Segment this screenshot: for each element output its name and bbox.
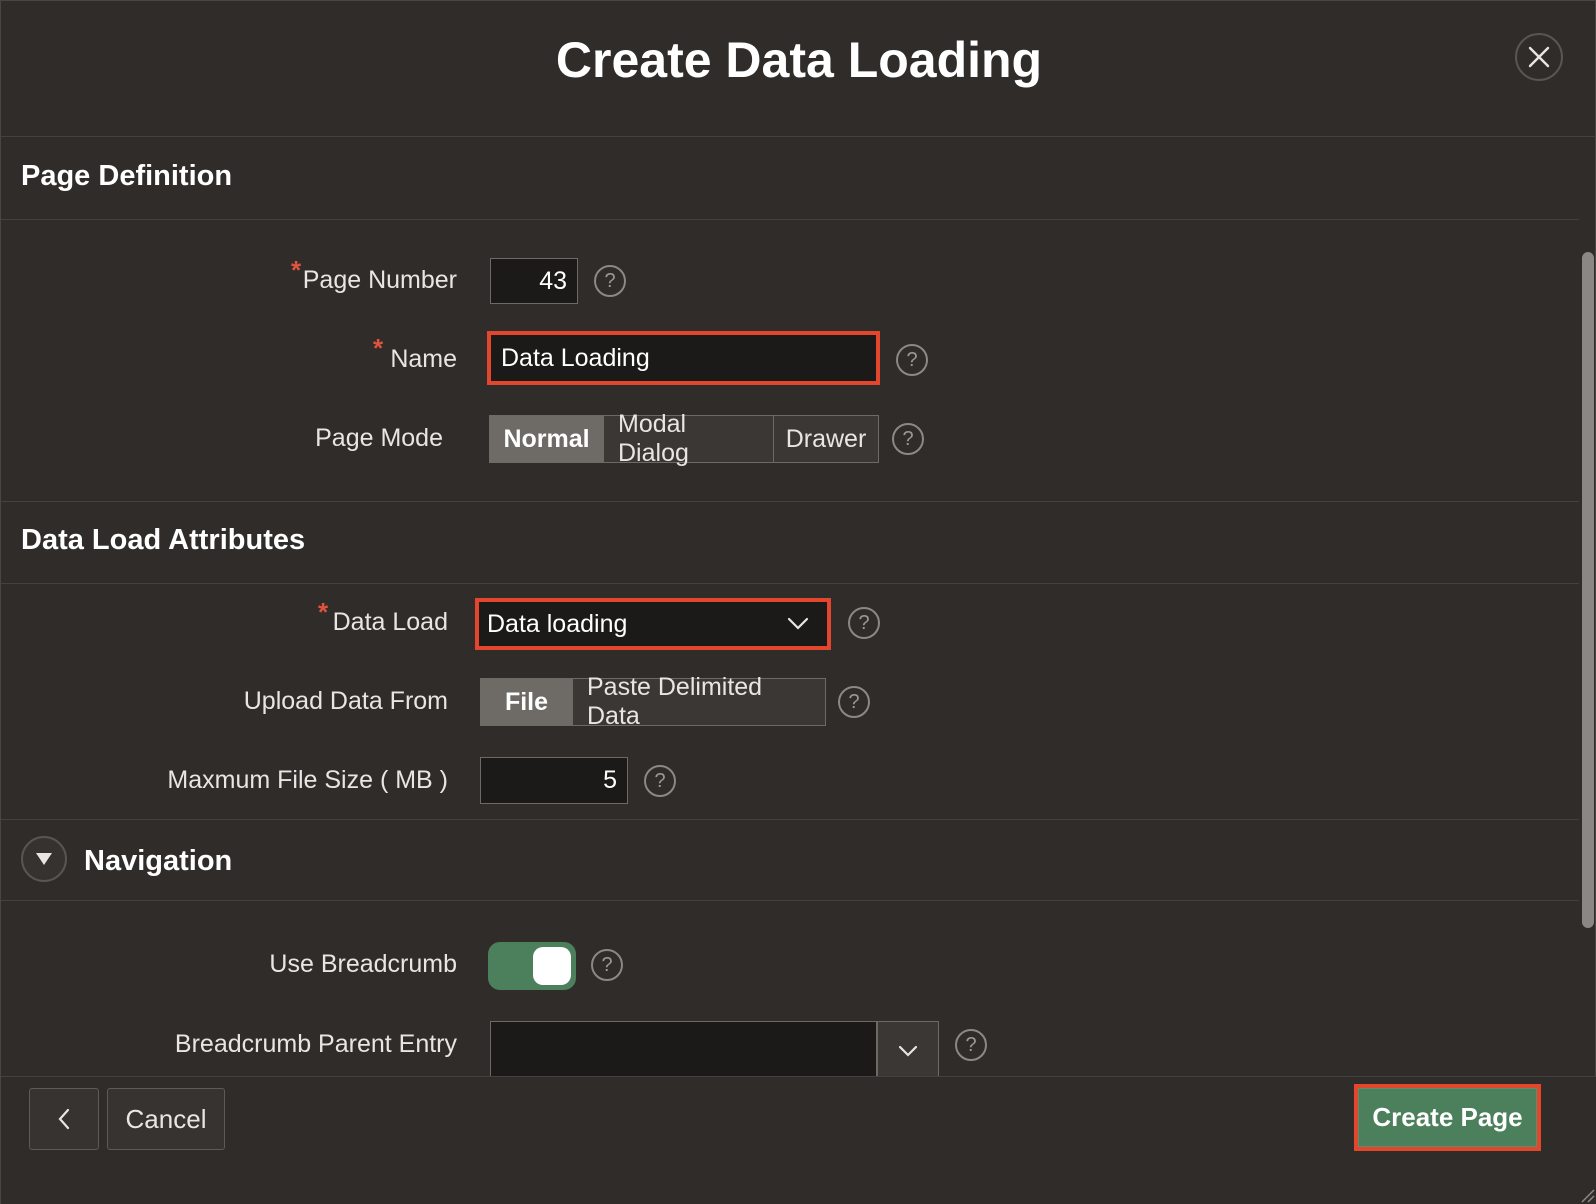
use-breadcrumb-help-icon[interactable]: ? bbox=[591, 949, 623, 981]
name-label: Name bbox=[390, 345, 457, 373]
scrollbar-thumb[interactable] bbox=[1582, 252, 1594, 928]
upload-data-from-radio-group: File Paste Delimited Data bbox=[480, 673, 826, 730]
section-divider bbox=[1, 900, 1579, 901]
resize-grip-icon[interactable] bbox=[1579, 1187, 1595, 1203]
upload-from-paste-delimited-data[interactable]: Paste Delimited Data bbox=[573, 673, 825, 730]
page-number-help-icon[interactable]: ? bbox=[594, 265, 626, 297]
data-load-attributes-header: Data Load Attributes bbox=[1, 502, 1579, 584]
dialog-footer: Cancel Create Page bbox=[1, 1076, 1596, 1204]
page-definition-title: Page Definition bbox=[21, 160, 233, 192]
triangle-down-icon bbox=[36, 853, 52, 865]
section-divider bbox=[1, 819, 1579, 820]
use-breadcrumb-toggle[interactable] bbox=[488, 942, 576, 990]
cancel-button[interactable]: Cancel bbox=[107, 1088, 225, 1150]
page-mode-label: Page Mode bbox=[315, 424, 443, 452]
data-load-help-icon[interactable]: ? bbox=[848, 607, 880, 639]
dialog-body[interactable]: Page Definition * Page Number 43 ? * Nam… bbox=[1, 138, 1596, 1076]
page-definition-header: Page Definition bbox=[1, 138, 1579, 220]
page-mode-radio-group: Normal Modal Dialog Drawer bbox=[489, 410, 879, 467]
data-load-attributes-title: Data Load Attributes bbox=[21, 524, 306, 556]
breadcrumb-parent-help-icon[interactable]: ? bbox=[955, 1029, 987, 1061]
upload-from-file[interactable]: File bbox=[481, 679, 573, 725]
page-number-input[interactable]: 43 bbox=[490, 258, 578, 304]
previous-button[interactable] bbox=[29, 1088, 99, 1150]
create-data-loading-dialog: Create Data Loading Page Definition * Pa… bbox=[0, 0, 1596, 1204]
breadcrumb-parent-input[interactable] bbox=[490, 1021, 877, 1076]
navigation-title: Navigation bbox=[84, 845, 233, 877]
chevron-left-icon bbox=[58, 1108, 70, 1130]
name-help-icon[interactable]: ? bbox=[896, 344, 928, 376]
use-breadcrumb-label: Use Breadcrumb bbox=[269, 950, 457, 978]
upload-data-from-label: Upload Data From bbox=[243, 687, 448, 715]
toggle-knob bbox=[533, 947, 571, 985]
page-number-label: Page Number bbox=[302, 266, 457, 294]
data-load-select[interactable]: Data loading bbox=[475, 598, 831, 650]
breadcrumb-parent-label: Breadcrumb Parent Entry bbox=[174, 1030, 457, 1058]
max-file-size-label: Maxmum File Size ( MB ) bbox=[167, 766, 448, 794]
create-page-button[interactable]: Create Page bbox=[1358, 1088, 1537, 1147]
breadcrumb-parent-dropdown-button[interactable] bbox=[877, 1021, 939, 1076]
chevron-down-icon bbox=[898, 1045, 918, 1057]
page-mode-help-icon[interactable]: ? bbox=[892, 423, 924, 455]
close-icon bbox=[1528, 46, 1550, 68]
upload-data-from-help-icon[interactable]: ? bbox=[838, 686, 870, 718]
navigation-collapse-button[interactable] bbox=[21, 836, 67, 882]
data-load-label: Data Load bbox=[332, 608, 448, 636]
data-load-selected-value: Data loading bbox=[487, 609, 628, 638]
dialog-header: Create Data Loading bbox=[1, 1, 1596, 137]
create-page-highlight: Create Page bbox=[1354, 1084, 1541, 1151]
chevron-down-icon bbox=[787, 617, 809, 630]
page-mode-modal-dialog[interactable]: Modal Dialog bbox=[604, 410, 774, 467]
page-mode-normal[interactable]: Normal bbox=[490, 416, 604, 462]
name-input[interactable]: Data Loading bbox=[487, 331, 880, 385]
dialog-title: Create Data Loading bbox=[555, 32, 1043, 88]
max-file-size-input[interactable]: 5 bbox=[480, 757, 628, 804]
max-file-size-help-icon[interactable]: ? bbox=[644, 765, 676, 797]
close-button[interactable] bbox=[1515, 33, 1563, 81]
page-mode-drawer[interactable]: Drawer bbox=[774, 416, 878, 462]
